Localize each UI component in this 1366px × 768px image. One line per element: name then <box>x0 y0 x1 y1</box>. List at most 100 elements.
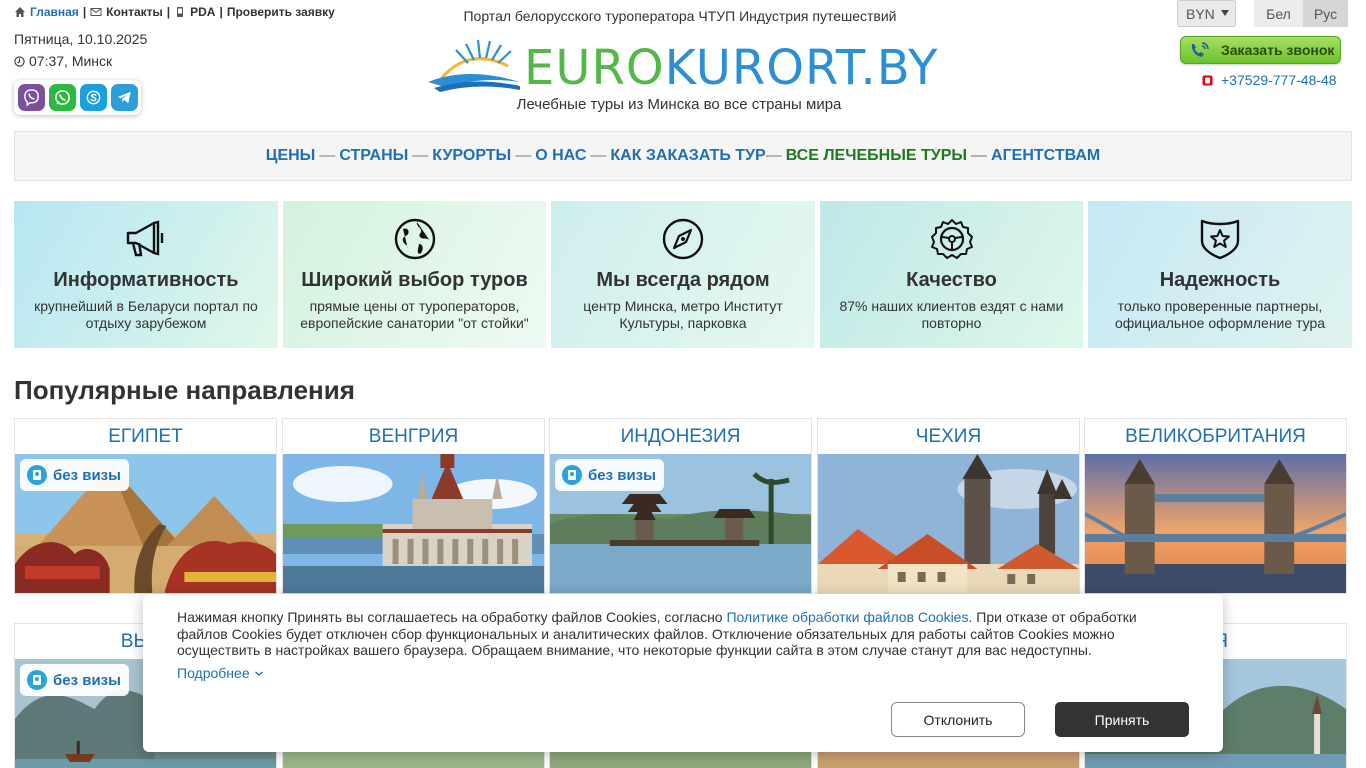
home-icon <box>15 7 25 17</box>
destination-name: ИНДОНЕЗИЯ <box>620 425 741 447</box>
cookie-text: Нажимая кнопку Принять вы соглашаетесь н… <box>177 609 1162 659</box>
nav-dash: — <box>590 147 607 164</box>
messenger-links <box>14 80 141 115</box>
chevron-down-icon <box>1221 10 1229 16</box>
visa-badge-text: без визы <box>588 466 656 484</box>
feature-title: Широкий выбор туров <box>301 269 528 291</box>
logo-text: EUROKURORT.BY <box>524 40 938 92</box>
cookie-decline-button[interactable]: Отклонить <box>891 702 1025 737</box>
megaphone-icon <box>126 220 164 257</box>
cookie-more-link[interactable]: Подробнее <box>177 665 264 681</box>
destination-card-hungary[interactable]: ВЕНГРИЯ <box>282 418 545 594</box>
feature-title: Качество <box>906 269 997 291</box>
feature-text: прямые цены от туроператоров, европейски… <box>300 298 529 331</box>
feature-title: Надежность <box>1159 269 1281 291</box>
currency-value: BYN <box>1186 5 1215 22</box>
time-text: 07:37, Минск <box>29 53 113 69</box>
popular-destinations-title: Популярные направления <box>14 375 355 405</box>
nav-home-link[interactable]: Главная <box>30 5 79 19</box>
nav-all-medical-tours[interactable]: ВСЕ ЛЕЧЕБНЫЕ ТУРЫ <box>786 147 967 165</box>
phone-number[interactable]: +37529-777-48-48 <box>1202 72 1337 88</box>
passport-icon <box>562 465 582 485</box>
destination-card-egypt[interactable]: ЕГИПЕТ без визы <box>14 418 277 594</box>
cookie-accept-button[interactable]: Принять <box>1055 702 1189 737</box>
feature-card: Широкий выбор туров прямые цены от туроп… <box>283 201 546 348</box>
callback-button[interactable]: Заказать звонок <box>1180 36 1341 64</box>
nav-dash: — <box>412 147 429 164</box>
feature-card: Надежность только проверенные партнеры, … <box>1088 201 1352 348</box>
nav-about[interactable]: О НАС <box>535 147 586 165</box>
feature-card: Информативность крупнейший в Беларуси по… <box>14 201 278 348</box>
whatsapp-icon[interactable] <box>49 84 76 111</box>
slogan: Лечебные туры из Минска во все страны ми… <box>516 96 842 113</box>
nav-check-request-link[interactable]: Проверить заявку <box>227 5 335 19</box>
skype-icon[interactable] <box>80 84 107 111</box>
lang-rus-button[interactable]: Рус <box>1303 0 1348 27</box>
telegram-icon[interactable] <box>111 84 138 111</box>
destination-name: ЕГИПЕТ <box>108 425 183 447</box>
phone-text: +37529-777-48-48 <box>1221 72 1337 88</box>
cookie-more-label: Подробнее <box>177 665 250 681</box>
current-date: Пятница, 10.10.2025 <box>14 31 148 47</box>
destination-name: ЧЕХИЯ <box>915 425 982 447</box>
visa-free-badge: без визы <box>20 459 129 491</box>
logo-sun-icon <box>428 39 520 92</box>
globe-icon <box>394 218 435 260</box>
mail-icon <box>90 8 102 16</box>
destination-photo <box>1085 454 1346 593</box>
nav-separator: | <box>166 5 171 19</box>
passport-icon <box>27 465 47 485</box>
destination-card-great-britain[interactable]: ВЕЛИКОБРИТАНИЯ <box>1084 418 1347 594</box>
feature-text: крупнейший в Беларуси портал по отдыху з… <box>34 298 258 331</box>
nav-dash: — <box>971 147 988 164</box>
callback-label: Заказать звонок <box>1221 42 1335 58</box>
nav-contacts-link[interactable]: Контакты <box>106 5 163 19</box>
current-time: 07:37, Минск <box>14 53 112 69</box>
destination-card-czech[interactable]: ЧЕХИЯ <box>817 418 1080 594</box>
destination-photo <box>283 454 544 593</box>
clock-icon <box>14 55 25 67</box>
nav-agencies[interactable]: АГЕНТСТВАМ <box>991 147 1100 165</box>
feature-text: только проверенные партнеры, официальное… <box>1114 298 1326 331</box>
feature-text: центр Минска, метро Институт Культуры, п… <box>583 298 783 331</box>
nav-separator: | <box>82 5 87 19</box>
feature-title: Информативность <box>53 269 239 291</box>
visa-free-badge: без визы <box>20 664 129 696</box>
visa-free-badge: без визы <box>555 459 664 491</box>
nav-how-to-order[interactable]: КАК ЗАКАЗАТЬ ТУР <box>610 147 765 165</box>
nav-pda-link[interactable]: PDA <box>190 5 215 19</box>
feature-card: Мы всегда рядом центр Минска, метро Инст… <box>551 201 815 348</box>
cookie-text-start: Нажимая кнопку Принять вы соглашаетесь н… <box>177 609 727 625</box>
steering-wheel-icon <box>930 219 973 259</box>
passport-icon <box>27 670 47 690</box>
visa-badge-text: без визы <box>53 671 121 689</box>
compass-icon <box>662 218 704 260</box>
feature-text: 87% наших клиентов ездят с нами повторно <box>839 298 1064 331</box>
currency-select[interactable]: BYN <box>1177 0 1236 27</box>
nav-dash: — <box>319 147 336 164</box>
nav-separator: | <box>219 5 223 19</box>
phone-icon <box>1191 42 1209 57</box>
nav-prices[interactable]: ЦЕНЫ <box>266 147 316 165</box>
cookie-consent-banner: Нажимая кнопку Принять вы соглашаетесь н… <box>143 594 1223 752</box>
chevron-down-icon <box>254 671 263 676</box>
top-navigation: Главная | Контакты | PDA | Проверить зая… <box>14 5 335 19</box>
portal-title: Портал белорусского туроператора ЧТУП Ин… <box>463 8 897 24</box>
shield-star-icon <box>1200 219 1240 260</box>
viber-icon[interactable] <box>18 84 45 111</box>
visa-badge-text: без визы <box>53 466 121 484</box>
nav-dash: — <box>765 147 782 164</box>
destination-name: ВЕНГРИЯ <box>368 425 459 447</box>
lang-bel-button[interactable]: Бел <box>1254 0 1303 27</box>
nav-resorts[interactable]: КУРОРТЫ <box>432 147 511 165</box>
feature-title: Мы всегда рядом <box>596 269 770 291</box>
destination-card-indonesia[interactable]: ИНДОНЕЗИЯ без визы <box>549 418 812 594</box>
mobile-icon <box>177 7 184 17</box>
mts-logo-icon <box>1202 75 1213 85</box>
main-navigation: ЦЕНЫ — СТРАНЫ — КУРОРТЫ — О НАС — КАК ЗА… <box>14 131 1352 181</box>
cookie-policy-link[interactable]: Политике обработки файлов Cookies <box>726 609 968 625</box>
nav-dash: — <box>515 147 532 164</box>
eurokurort-logo[interactable]: EUROKURORT.BY <box>428 36 938 92</box>
destination-photo <box>818 454 1079 593</box>
nav-countries[interactable]: СТРАНЫ <box>339 147 408 165</box>
